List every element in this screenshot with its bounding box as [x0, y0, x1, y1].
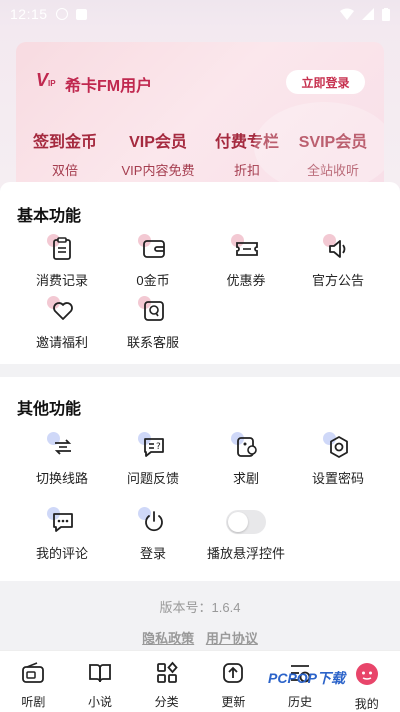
vip-logo-icon: VIP	[36, 70, 56, 90]
perk-title: 付费专栏	[214, 134, 279, 151]
status-bar: 12:15	[0, 0, 400, 28]
radio-icon	[22, 662, 45, 683]
comment-icon	[53, 513, 73, 532]
nav-novel[interactable]: 小说	[67, 651, 134, 712]
item-label: 消费记录	[35, 273, 88, 288]
category-icon	[156, 661, 178, 683]
announcement-button[interactable]: 官方公告	[293, 234, 383, 289]
clipboard-icon	[53, 237, 71, 260]
coupon-button[interactable]: 优惠券	[201, 234, 291, 289]
feedback-icon: ?	[144, 438, 164, 457]
profile-icon	[355, 663, 378, 685]
coins-button[interactable]: 0金币	[108, 234, 198, 289]
perk-sub: 双倍	[51, 163, 78, 178]
signal-icon	[362, 8, 374, 20]
speaker-icon	[329, 240, 346, 258]
vip-card[interactable]: VIP 希卡FM用户 立即登录 签到金币 双倍 VIP会员 VIP内容免费 付费…	[16, 42, 384, 182]
item-label: 我的评论	[35, 546, 88, 561]
perk-item: VIP会员 VIP内容免费	[110, 128, 206, 179]
status-time: 12:15	[10, 6, 48, 22]
item-label: 设置密码	[311, 471, 364, 486]
section-title: 基本功能	[17, 208, 82, 225]
nav-label: 分类	[154, 695, 179, 709]
item-label: 播放悬浮控件	[206, 546, 285, 561]
item-label: 求剧	[232, 471, 259, 486]
basic-functions-section: 基本功能 消费记录 0金币 优惠券 官方公告 邀请福利 联系客服	[0, 182, 400, 364]
floating-control-toggle[interactable]: 播放悬浮控件	[201, 507, 291, 562]
nav-listen[interactable]: 听剧	[0, 651, 67, 712]
switch-line-button[interactable]: 切换线路	[17, 432, 107, 487]
item-label: 邀请福利	[35, 335, 88, 350]
item-label: 优惠券	[226, 273, 266, 288]
version-label: 版本号：1.6.4	[159, 600, 241, 615]
legal-links: 隐私政策 用户协议	[0, 628, 400, 647]
request-drama-button[interactable]: 求剧	[201, 432, 291, 487]
perk-item: 签到金币 双倍	[20, 128, 110, 179]
consume-record-button[interactable]: 消费记录	[17, 234, 107, 289]
perk-title: SVIP会员	[298, 134, 368, 151]
perk-sub: 折扣	[233, 163, 260, 178]
battery-icon	[382, 7, 390, 21]
heart-icon	[53, 302, 73, 320]
item-label: 登录	[139, 546, 166, 561]
perk-item: 付费专栏 折扣	[202, 128, 292, 179]
perk-item: SVIP会员 全站收听	[288, 128, 378, 179]
vip-user-label: 希卡FM用户	[65, 78, 153, 95]
wallet-icon	[143, 240, 165, 258]
status-icon	[55, 8, 68, 20]
book-icon	[89, 664, 111, 683]
feedback-button[interactable]: ? 问题反馈	[108, 432, 198, 487]
nav-label: 更新	[221, 695, 246, 709]
wifi-icon	[340, 8, 354, 20]
watermark: PCPOP下载	[268, 670, 346, 686]
nav-update[interactable]: 更新	[200, 651, 267, 712]
power-icon	[145, 511, 163, 532]
toggle-icon[interactable]	[226, 510, 266, 534]
item-label: 问题反馈	[126, 471, 179, 486]
item-label: 0金币	[136, 273, 170, 288]
item-label: 切换线路	[35, 471, 88, 486]
invite-benefit-button[interactable]: 邀请福利	[17, 296, 107, 351]
item-label: 官方公告	[311, 273, 364, 288]
perk-title: 签到金币	[32, 134, 97, 151]
user-agreement-link[interactable]: 用户协议	[206, 631, 258, 646]
perk-sub: VIP内容免费	[121, 163, 195, 178]
coupon-icon	[236, 242, 258, 256]
gear-icon	[330, 436, 348, 458]
svg-text:?: ?	[156, 442, 161, 452]
section-title: 其他功能	[17, 401, 82, 418]
nav-label: 历史	[288, 695, 313, 709]
request-icon	[237, 437, 257, 457]
other-functions-section: 其他功能 切换线路 ? 问题反馈 求剧 设置密码 我的评论 登录 播放悬浮控件	[0, 377, 400, 581]
set-password-button[interactable]: 设置密码	[293, 432, 383, 487]
nav-category[interactable]: 分类	[133, 651, 200, 712]
nav-label: 我的	[354, 697, 379, 711]
perk-sub: 全站收听	[306, 163, 359, 178]
perk-title: VIP会员	[129, 134, 187, 151]
privacy-policy-link[interactable]: 隐私政策	[142, 631, 194, 646]
login-button[interactable]: 立即登录	[286, 70, 365, 94]
switch-icon	[54, 439, 72, 455]
login-menu-button[interactable]: 登录	[108, 507, 198, 562]
item-label: 联系客服	[126, 335, 179, 350]
nav-label: 听剧	[21, 695, 46, 709]
service-icon	[144, 301, 164, 321]
nav-label: 小说	[88, 695, 113, 709]
update-icon	[223, 663, 244, 683]
customer-service-button[interactable]: 联系客服	[108, 296, 198, 351]
my-comments-button[interactable]: 我的评论	[17, 507, 107, 562]
status-icon	[75, 8, 87, 20]
